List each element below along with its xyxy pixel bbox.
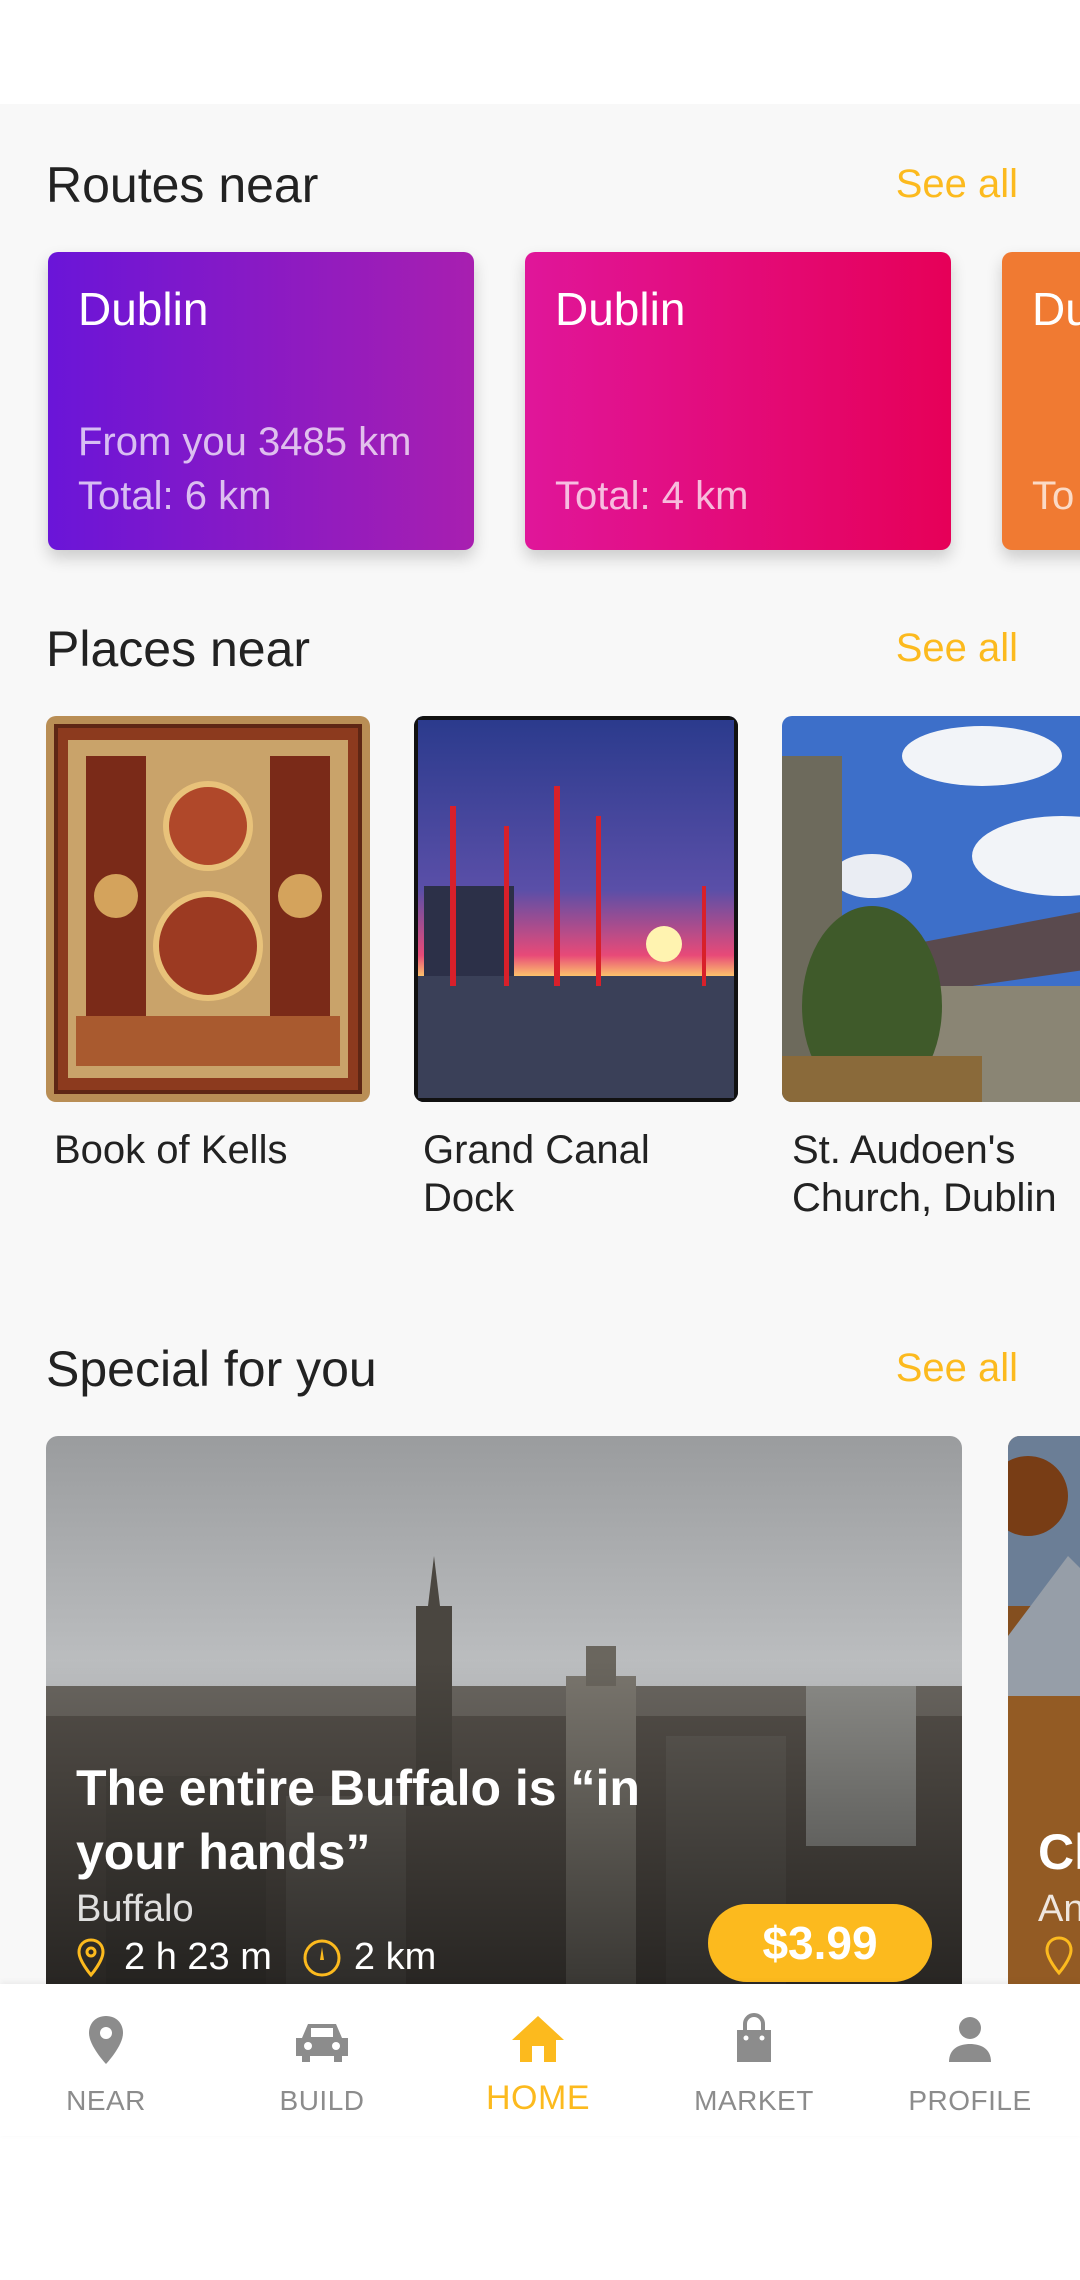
- route-card[interactable]: Dublin Total: 4 km: [525, 252, 951, 550]
- special-offer-duration: 2 h 23 m: [124, 1936, 272, 1978]
- special-see-all-link[interactable]: See all: [896, 1346, 1018, 1391]
- routes-see-all-link[interactable]: See all: [896, 162, 1018, 207]
- place-name: St. Audoen's Church, Dublin: [792, 1128, 1057, 1220]
- route-card[interactable]: Du To: [1002, 252, 1080, 550]
- route-total-distance: Total: 4 km: [555, 474, 749, 518]
- special-offer-meta: 2 h 23 m 2 km: [76, 1936, 436, 1979]
- nav-item-build[interactable]: BUILD: [222, 2012, 422, 2117]
- nav-item-market[interactable]: MARKET: [654, 2012, 854, 2117]
- shopping-bag-icon: [729, 2012, 779, 2068]
- places-section-title: Places near: [46, 621, 311, 677]
- route-distance-from-you: From you 3485 km: [78, 420, 412, 464]
- manuscript-illustration: [46, 716, 370, 1102]
- route-total-distance: Total: 6 km: [78, 474, 272, 518]
- person-icon: [945, 2012, 995, 2068]
- places-see-all-link[interactable]: See all: [896, 626, 1018, 671]
- nav-item-profile[interactable]: PROFILE: [870, 2012, 1070, 2117]
- special-offer-title: The entire Buffalo is “in your hands”: [76, 1760, 640, 1880]
- route-city: Dublin: [555, 283, 686, 335]
- place-image-st-audoens-church[interactable]: [782, 716, 1080, 1102]
- special-offer-city: An: [1038, 1888, 1080, 1930]
- car-icon: [290, 2012, 354, 2068]
- location-pin-icon: [76, 1937, 106, 1978]
- sunset-dock-photo: [414, 716, 738, 1102]
- home-content[interactable]: Routes near See all Dublin From you 3485…: [0, 104, 1080, 1984]
- nav-label: NEAR: [66, 2085, 146, 2116]
- route-total-distance: To: [1032, 474, 1075, 518]
- place-name: Grand Canal Dock: [423, 1128, 650, 1220]
- route-city: Du: [1032, 283, 1080, 335]
- home-icon: [508, 2012, 568, 2066]
- route-city: Dublin: [78, 283, 209, 335]
- location-pin-icon: [81, 2012, 131, 2068]
- nav-item-home[interactable]: HOME: [438, 2012, 638, 2118]
- special-section-title: Special for you: [46, 1341, 377, 1397]
- special-offer-card[interactable]: The entire Buffalo is “in your hands” Bu…: [46, 1436, 962, 1984]
- special-offer-distance: 2 km: [353, 1936, 437, 1978]
- status-bar-area: [0, 0, 1080, 104]
- nav-label: BUILD: [279, 2085, 365, 2116]
- routes-section-title: Routes near: [46, 157, 319, 213]
- special-offer-city: Buffalo: [76, 1888, 194, 1930]
- place-name: Book of Kells: [54, 1128, 288, 1172]
- compass-icon: [302, 1938, 342, 1978]
- route-card[interactable]: Dublin From you 3485 km Total: 6 km: [48, 252, 474, 550]
- bottom-navigation: NEAR BUILD HOME MARKET PROFILE: [0, 1984, 1080, 2136]
- special-offer-title: Cl: [1038, 1824, 1080, 1880]
- nav-item-near[interactable]: NEAR: [6, 2012, 206, 2117]
- special-offer-card[interactable]: Cl An: [1008, 1436, 1080, 1984]
- nav-label: MARKET: [694, 2085, 814, 2116]
- church-photo: [782, 716, 1080, 1102]
- place-image-book-of-kells[interactable]: [46, 716, 370, 1102]
- nav-label: PROFILE: [908, 2085, 1032, 2116]
- location-pin-icon: [1044, 1936, 1074, 1976]
- place-image-grand-canal-dock[interactable]: [414, 716, 738, 1102]
- nav-label: HOME: [486, 2079, 590, 2117]
- price-button[interactable]: $3.99: [708, 1904, 932, 1982]
